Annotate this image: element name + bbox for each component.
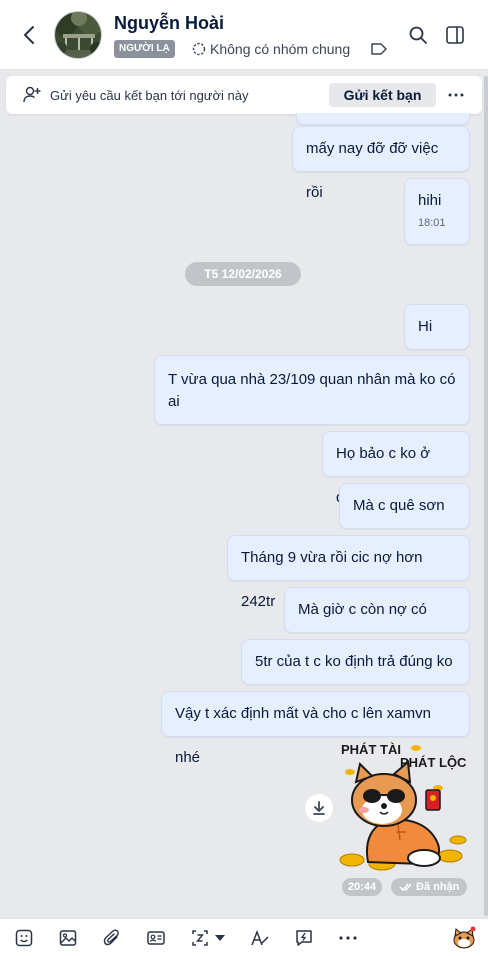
- friend-request-text: Gửi yêu cầu kết bạn tới người này: [50, 88, 249, 103]
- toggle-panel-button[interactable]: [441, 20, 469, 50]
- screenshot-button[interactable]: [188, 927, 212, 949]
- search-button[interactable]: [404, 20, 432, 50]
- attach-file-button[interactable]: [100, 927, 124, 949]
- message-bubble[interactable]: Vậy t xác định mất và cho c lên xamvn nh…: [161, 691, 470, 766]
- friend-request-bar: Gửi yêu cầu kết bạn tới người này Gửi kế…: [6, 76, 482, 114]
- message-bubble[interactable]: Hi: [404, 304, 470, 350]
- message-text: hihi: [418, 192, 442, 209]
- message-bubble[interactable]: Họ bảo c ko ở đấy: [322, 431, 470, 506]
- double-check-icon: [399, 883, 412, 892]
- message-bubble[interactable]: mấy nay đỡ đỡ việc rồi: [292, 126, 470, 201]
- quick-message-button[interactable]: [292, 927, 316, 949]
- screenshot-icon: [192, 930, 208, 946]
- more-icon: [339, 936, 357, 940]
- image-icon: [59, 930, 77, 946]
- message-bubble[interactable]: 5tr của t c ko định trả đúng ko: [241, 639, 470, 685]
- screenshot-dropdown[interactable]: [212, 927, 228, 949]
- tag-button[interactable]: [370, 42, 388, 61]
- avatar[interactable]: [54, 11, 102, 59]
- scrollbar[interactable]: [484, 72, 488, 918]
- message-bubble[interactable]: Mà giờ c còn nợ có 56tr: [284, 587, 470, 662]
- back-button[interactable]: [14, 20, 44, 50]
- chevron-left-icon: [24, 26, 34, 44]
- text-format-icon: [251, 929, 269, 946]
- image-button[interactable]: [56, 927, 80, 949]
- search-icon: [409, 26, 427, 44]
- attachment-icon: [103, 929, 119, 946]
- delivery-status-label: Đã nhận: [416, 881, 460, 893]
- stranger-badge: NGƯỜI LẠ: [114, 40, 175, 58]
- tag-icon: [371, 43, 387, 55]
- add-person-icon: [22, 85, 42, 110]
- contact-card-button[interactable]: [144, 927, 168, 949]
- send-friend-request-button[interactable]: Gửi kết bạn: [329, 83, 436, 107]
- sticker-message[interactable]: PHÁT TÀI PHÁT LỘC: [338, 740, 474, 872]
- message-text: Hi: [418, 318, 433, 335]
- text-format-button[interactable]: [248, 927, 272, 949]
- quick-message-icon: [296, 930, 312, 946]
- message-time: 20:44: [342, 878, 383, 896]
- message-bubble[interactable]: [296, 113, 470, 125]
- emoji-button[interactable]: [450, 924, 478, 952]
- common-groups-label: Không có nhóm chung: [210, 41, 351, 57]
- sticker-text-line1: PHÁT TÀI: [341, 742, 401, 757]
- delivery-status: Đã nhận: [391, 878, 468, 896]
- sticker-icon: [15, 929, 33, 947]
- chat-header: Nguyễn Hoài NGƯỜI LẠ Không có nhóm chung: [0, 0, 488, 70]
- message-bubble[interactable]: Tháng 9 vừa rồi cic nợ hơn 242tr: [227, 535, 470, 610]
- more-options-button[interactable]: [336, 927, 360, 949]
- caret-down-icon: [215, 935, 225, 941]
- scrollbar-thumb[interactable]: [484, 76, 488, 916]
- message-time: 18:01: [418, 217, 446, 229]
- download-button[interactable]: [305, 794, 333, 822]
- message-bubble[interactable]: hihi 18:01: [404, 178, 470, 245]
- friend-request-more-button[interactable]: [444, 84, 468, 106]
- message-bubble[interactable]: Mà c quê sơn la: [339, 483, 470, 558]
- sticker-text-line2: PHÁT LỘC: [400, 755, 467, 770]
- more-icon: [448, 93, 464, 97]
- contact-card-icon: [147, 931, 165, 945]
- message-bubble[interactable]: T vừa qua nhà 23/109 quan nhân mà ko có …: [154, 355, 470, 425]
- message-text: T vừa qua nhà 23/109 quan nhân mà ko có …: [168, 371, 456, 410]
- contact-name[interactable]: Nguyễn Hoài: [114, 13, 224, 34]
- sticker-button[interactable]: [12, 927, 36, 949]
- download-icon: [313, 801, 325, 815]
- sidebar-panel-icon: [446, 26, 464, 44]
- message-text: 5tr của t c ko định trả đúng ko: [255, 653, 453, 670]
- composer-toolbar: [0, 918, 488, 956]
- common-groups-info[interactable]: Không có nhóm chung: [192, 41, 350, 57]
- group-dashed-icon: [192, 42, 206, 56]
- emoji-icon: [453, 926, 476, 949]
- date-separator: T5 12/02/2026: [185, 262, 301, 286]
